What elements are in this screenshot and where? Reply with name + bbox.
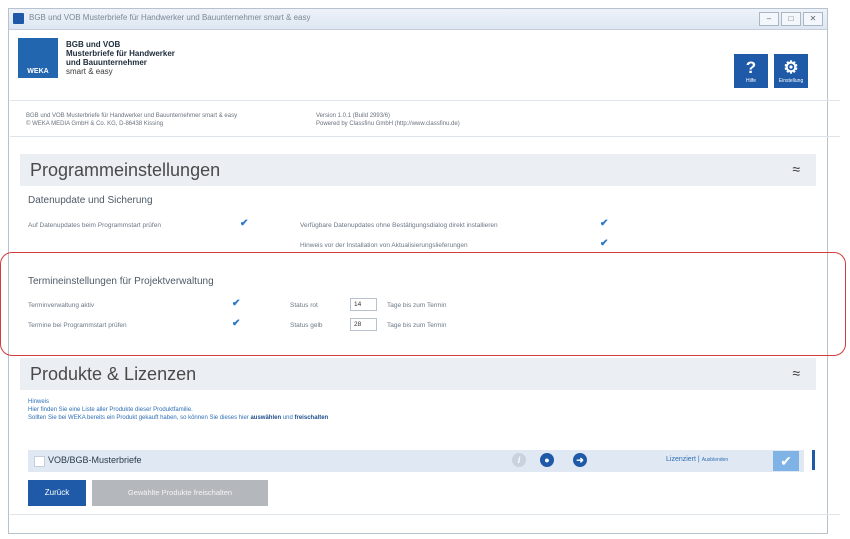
app-icon (13, 13, 24, 24)
hint-line2: Sollten Sie bei WEKA bereits ein Produkt… (28, 414, 328, 422)
footer-divider (10, 514, 840, 515)
hint-text: Hinweis Hier finden Sie eine Liste aller… (28, 398, 328, 422)
help-label: Hilfe (745, 77, 756, 84)
auswaehlen-link[interactable]: auswählen (250, 415, 281, 421)
check-icon-update-check[interactable]: ✔ (240, 218, 248, 229)
info-right: Version 1.0.1 (Build 2993/6) Powered by … (316, 112, 460, 128)
hide-link[interactable]: Ausblenden (702, 457, 728, 463)
back-button[interactable]: Zurück (28, 480, 86, 506)
setting-label-termin-aktiv: Terminverwaltung aktiv (28, 302, 95, 309)
status-gelb-suffix: Tage bis zum Termin (387, 322, 447, 329)
status-rot-input[interactable]: 14 (350, 298, 377, 311)
hint-line2-and: und (281, 415, 295, 421)
license-status: Lizenziert | Ausblenden (666, 456, 729, 463)
status-rot-suffix: Tage bis zum Termin (387, 302, 447, 309)
gear-icon: ⚙ (783, 57, 799, 77)
product-title-line3: und Bauunternehmer (66, 58, 147, 67)
info-divider (10, 136, 840, 137)
setting-label-update-check: Auf Datenupdates beim Programmstart prüf… (28, 222, 161, 229)
datenupdate-title: Datenupdate und Sicherung (28, 195, 153, 206)
product-title-line1: BGB und VOB (66, 40, 121, 49)
section-title-programmeinstellungen: Programmeinstellungen (30, 160, 221, 180)
product-title-line2: Musterbriefe für Handwerker (66, 49, 175, 58)
close-button[interactable]: ✕ (803, 12, 823, 26)
title-bar: BGB und VOB Musterbriefe für Handwerker … (9, 9, 827, 30)
arrow-right-icon[interactable]: ➜ (573, 453, 587, 467)
hint-head: Hinweis (28, 399, 50, 405)
setting-label-termin-pruefen: Termine bei Programmstart prüfen (28, 322, 127, 329)
section-title-produkte: Produkte & Lizenzen (30, 364, 197, 384)
info-left-line1: BGB und VOB Musterbriefe für Handwerker … (26, 113, 238, 119)
setting-label-install-hint: Hinweis vor der Installation von Aktuali… (300, 242, 468, 249)
check-icon-termin-pruefen[interactable]: ✔ (232, 318, 240, 329)
check-icon-auto-install[interactable]: ✔ (600, 218, 608, 229)
license-status-text: Lizenziert (666, 456, 696, 463)
settings-label: Einstellung (778, 77, 804, 84)
check-icon-termin-aktiv[interactable]: ✔ (232, 298, 240, 309)
product-row[interactable]: VOB/BGB-Musterbriefe i ● ➜ Lizenziert | … (28, 450, 804, 472)
info-left: BGB und VOB Musterbriefe für Handwerker … (26, 112, 237, 128)
product-name: VOB/BGB-Musterbriefe (48, 455, 142, 465)
select-check-button[interactable]: ✔ (773, 451, 799, 471)
product-title-line4: smart & easy (66, 67, 113, 76)
help-button[interactable]: ? Hilfe (734, 54, 768, 88)
produkte-header[interactable]: Produkte & Lizenzen ≈ (20, 358, 816, 390)
header-divider (10, 100, 840, 101)
info-right-line2: Powered by Classfinu GmbH (http://www.cl… (316, 121, 460, 127)
hint-line1: Hier finden Sie eine Liste aller Produkt… (28, 407, 193, 413)
check-icon-install-hint[interactable]: ✔ (600, 238, 608, 249)
status-gelb-input[interactable]: 28 (350, 318, 377, 331)
product-checkbox[interactable] (34, 456, 45, 467)
product-title: BGB und VOB Musterbriefe für Handwerker … (66, 40, 175, 76)
termine-title: Termineinstellungen für Projektverwaltun… (28, 276, 214, 287)
collapse-chevron-icon[interactable]: ≈ (792, 161, 800, 177)
help-icon: ? (745, 57, 757, 77)
status-gelb-label: Status gelb (290, 322, 323, 329)
hint-line2-text: Sollten Sie bei WEKA bereits ein Produkt… (28, 415, 251, 421)
user-icon[interactable]: ● (540, 453, 554, 467)
status-rot-label: Status rot (290, 302, 318, 309)
info-left-line2: © WEKA MEDIA GmbH & Co. KG, D-86438 Kiss… (26, 121, 164, 127)
settings-button[interactable]: ⚙ Einstellung (774, 54, 808, 88)
minimize-button[interactable]: – (759, 12, 779, 26)
unlock-products-button[interactable]: Gewählte Produkte freischalten (92, 480, 268, 506)
window-controls: – □ ✕ (759, 12, 823, 26)
freischalten-link[interactable]: freischalten (295, 415, 329, 421)
info-right-line1: Version 1.0.1 (Build 2993/6) (316, 113, 391, 119)
info-icon[interactable]: i (512, 453, 526, 467)
row-marker (812, 450, 815, 470)
maximize-button[interactable]: □ (781, 12, 801, 26)
weka-logo: WEKA (18, 38, 58, 78)
setting-label-auto-install: Verfügbare Datenupdates ohne Bestätigung… (300, 222, 498, 229)
window-title: BGB und VOB Musterbriefe für Handwerker … (29, 13, 311, 22)
collapse-chevron-icon[interactable]: ≈ (792, 365, 800, 381)
programmeinstellungen-header[interactable]: Programmeinstellungen ≈ (20, 154, 816, 186)
